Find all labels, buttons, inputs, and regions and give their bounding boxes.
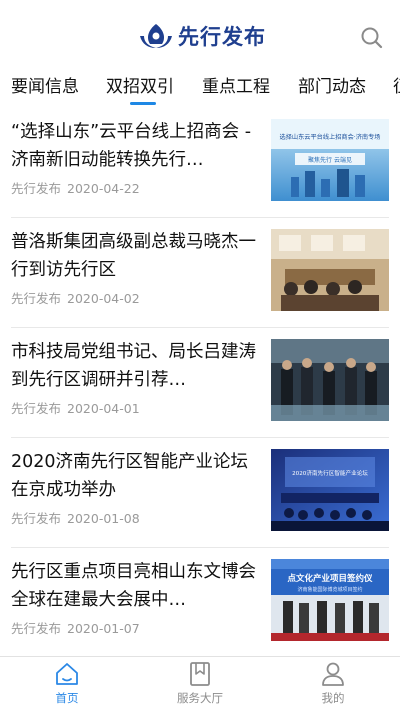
home-icon [56, 663, 78, 685]
tab-investment[interactable]: 双招双引 [106, 72, 174, 97]
thumb-sub-text: 聚焦先行 云端见 [308, 156, 352, 164]
nav-service-hall[interactable]: 服务大厅 [155, 661, 245, 709]
article-title: 先行区重点项目亮相山东文博会 全球在建最大会展中… [11, 562, 256, 610]
tab-department-news[interactable]: 部门动态 [298, 72, 366, 97]
nav-home[interactable]: 首页 [22, 661, 112, 709]
article-thumbnail: 点文化产业项目签约仪 济南鲁能国际博览城项目签约 [271, 559, 389, 641]
search-icon[interactable] [359, 25, 385, 51]
article-date: 2020-01-08 [67, 511, 140, 526]
article-item[interactable]: 市科技局党组书记、局长吕建涛到先行区调研并引荐… 先行发布 2020-04-01 [0, 328, 400, 438]
article-list: “选择山东”云平台线上招商会 - 济南新旧动能转换先行… 先行发布 2020-04… [0, 108, 400, 656]
article-title: 市科技局党组书记、局长吕建涛到先行区调研并引荐… [11, 342, 256, 390]
article-date: 2020-04-22 [67, 181, 140, 196]
article-date: 2020-04-02 [67, 291, 140, 306]
bookmark-icon [190, 662, 210, 686]
nav-home-label: 首页 [55, 691, 79, 705]
tab-more[interactable]: 征 [393, 72, 400, 97]
active-tab-indicator [130, 102, 156, 105]
article-source: 先行发布 [11, 621, 62, 636]
tab-key-projects[interactable]: 重点工程 [202, 72, 270, 97]
lotus-logo-icon [140, 24, 172, 48]
brand: 先行发布 [138, 20, 266, 52]
article-title: 2020济南先行区智能产业论坛在京成功举办 [11, 452, 249, 500]
article-item[interactable]: “选择山东”云平台线上招商会 - 济南新旧动能转换先行… 先行发布 2020-04… [0, 108, 400, 218]
article-meta: 先行发布 2020-01-07 [11, 618, 140, 637]
article-title: “选择山东”云平台线上招商会 - 济南新旧动能转换先行… [11, 122, 252, 170]
app-header: 先行发布 [0, 0, 400, 64]
article-thumbnail [271, 229, 389, 311]
nav-service-hall-label: 服务大厅 [177, 691, 223, 705]
article-date: 2020-01-07 [67, 621, 140, 636]
article-thumbnail: 选择山东云平台线上招商会·济南专场 聚焦先行 云端见 [271, 119, 389, 201]
article-meta: 先行发布 2020-04-01 [11, 398, 140, 417]
thumb-sub-text: 2020济南先行区智能产业论坛 [292, 469, 368, 477]
nav-profile[interactable]: 我的 [288, 661, 378, 709]
thumb-banner-text: 点文化产业项目签约仪 [287, 573, 373, 584]
article-item[interactable]: 2020济南先行区智能产业论坛在京成功举办 先行发布 2020-01-08 202… [0, 438, 400, 548]
thumb-banner-text: 选择山东云平台线上招商会·济南专场 [280, 133, 381, 141]
thumb-sub-text: 济南鲁能国际博览城项目签约 [297, 586, 362, 593]
nav-profile-label: 我的 [321, 691, 345, 705]
article-source: 先行发布 [11, 181, 62, 196]
bottom-nav: 首页 服务大厅 我的 [0, 656, 400, 710]
article-title: 普洛斯集团高级副总裁马晓杰一行到访先行区 [11, 232, 256, 280]
article-meta: 先行发布 2020-04-02 [11, 288, 140, 307]
tab-news[interactable]: 要闻信息 [11, 72, 79, 97]
article-thumbnail [271, 339, 389, 421]
app-title: 先行发布 [178, 24, 266, 49]
article-meta: 先行发布 2020-01-08 [11, 508, 140, 527]
article-source: 先行发布 [11, 511, 62, 526]
article-item[interactable]: 先行区重点项目亮相山东文博会 全球在建最大会展中… 先行发布 2020-01-07… [0, 548, 400, 656]
article-source: 先行发布 [11, 401, 62, 416]
article-source: 先行发布 [11, 291, 62, 306]
article-date: 2020-04-01 [67, 401, 140, 416]
category-tabs: 要闻信息 双招双引 重点工程 部门动态 征 [0, 64, 400, 108]
article-meta: 先行发布 2020-04-22 [11, 178, 140, 197]
article-item[interactable]: 普洛斯集团高级副总裁马晓杰一行到访先行区 先行发布 2020-04-02 [0, 218, 400, 328]
user-icon [322, 662, 344, 686]
article-thumbnail: 2020济南先行区智能产业论坛 [271, 449, 389, 531]
